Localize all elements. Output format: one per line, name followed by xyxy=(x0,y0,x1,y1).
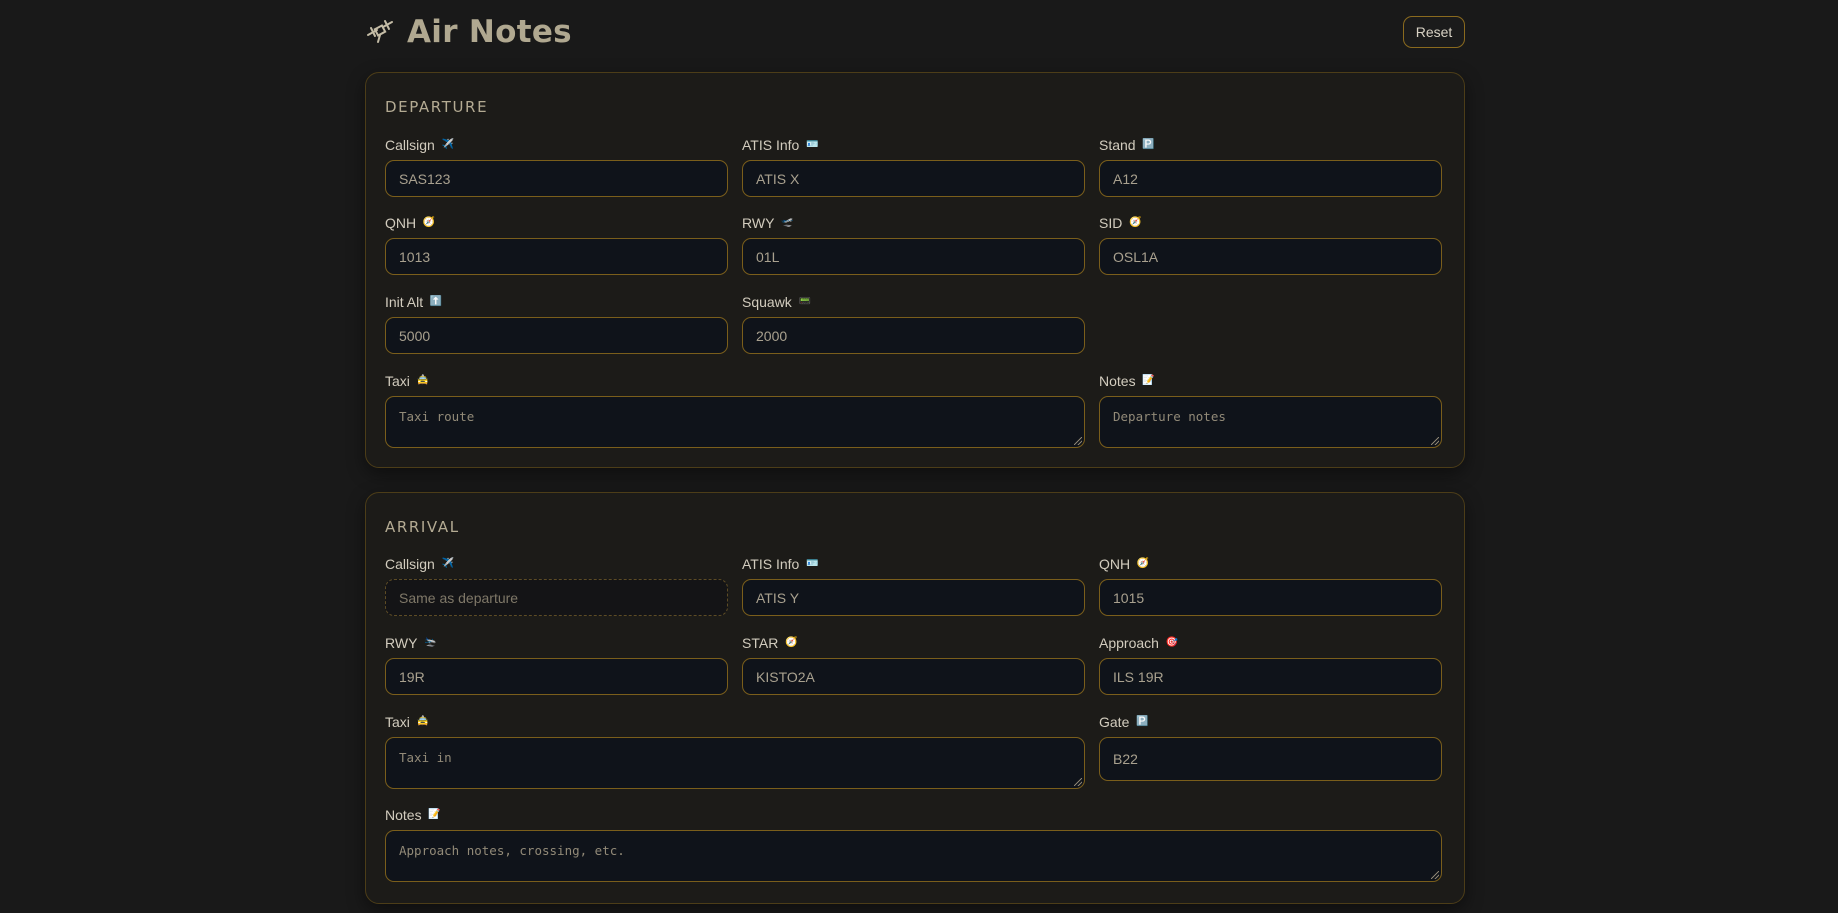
arrival-taxi-label: Taxi xyxy=(385,714,410,730)
target-icon: 🎯 xyxy=(1165,637,1179,648)
app-title: Air Notes xyxy=(407,14,572,50)
taxi-sign-icon: 🚖 xyxy=(416,716,430,727)
gauge-icon: 🧭 xyxy=(422,217,436,228)
compass-icon: 🧭 xyxy=(1129,217,1142,228)
departure-notes-placeholder: Departure notes xyxy=(1113,409,1226,424)
arrival-star-label: STAR xyxy=(742,635,779,651)
departure-squawk-label: Squawk xyxy=(742,294,792,310)
memo-icon: 📝 xyxy=(1142,375,1155,386)
arrival-gate-label: Gate xyxy=(1099,714,1130,730)
parking-icon: 🅿️ xyxy=(1142,139,1155,150)
takeoff-icon: 🛫 xyxy=(781,217,794,228)
compass-icon: 🧭 xyxy=(785,637,798,648)
arrival-rwy-input[interactable]: 19R xyxy=(385,658,728,695)
departure-notes-label: Notes xyxy=(1099,373,1136,389)
arrival-card: ARRIVAL Callsign ✈️ Same as departure ATI… xyxy=(365,492,1465,904)
departure-callsign-label: Callsign xyxy=(385,137,435,153)
resize-handle[interactable] xyxy=(1074,778,1082,786)
departure-taxi-label: Taxi xyxy=(385,373,410,389)
arrival-qnh-input[interactable]: 1015 xyxy=(1099,579,1442,616)
up-arrow-icon: ⬆️ xyxy=(429,296,443,307)
arrival-atis-input[interactable]: ATIS Y xyxy=(742,579,1085,616)
departure-card: DEPARTURE Callsign ✈️ SAS123 ATIS Info 🪪 A… xyxy=(365,72,1465,468)
resize-handle[interactable] xyxy=(1074,437,1082,445)
departure-init-alt-label: Init Alt xyxy=(385,294,424,310)
arrival-callsign-label: Callsign xyxy=(385,556,435,572)
app: Air Notes Reset DEPARTURE Callsign ✈️ SAS… xyxy=(365,0,1465,904)
departure-stand-label: Stand xyxy=(1099,137,1136,153)
taxi-sign-icon: 🚖 xyxy=(416,375,430,386)
arrival-notes-label: Notes xyxy=(385,807,422,823)
departure-sid-label: SID xyxy=(1099,215,1123,231)
arrival-gate-input[interactable]: B22 xyxy=(1099,737,1442,781)
transponder-icon: 📟 xyxy=(798,296,812,307)
arrival-atis-label: ATIS Info xyxy=(742,556,800,572)
departure-taxi-placeholder: Taxi route xyxy=(399,409,475,424)
landing-icon: 🛬 xyxy=(424,637,437,648)
arrival-notes-placeholder: Approach notes, crossing, etc. xyxy=(399,843,625,858)
memo-icon: 📝 xyxy=(428,809,441,820)
departure-rwy-label: RWY xyxy=(742,215,775,231)
satellite-icon xyxy=(367,20,393,43)
departure-rwy-input[interactable]: 01L xyxy=(742,238,1085,275)
arrival-approach-input[interactable]: ILS 19R xyxy=(1099,658,1442,695)
arrival-approach-label: Approach xyxy=(1099,635,1159,651)
reset-button[interactable]: Reset xyxy=(1403,16,1465,48)
departure-stand-input[interactable]: A12 xyxy=(1099,160,1442,197)
departure-squawk-input[interactable]: 2000 xyxy=(742,317,1085,354)
arrival-qnh-label: QNH xyxy=(1099,556,1131,572)
departure-atis-input[interactable]: ATIS X xyxy=(742,160,1085,197)
header: Air Notes Reset xyxy=(365,0,1465,68)
departure-qnh-input[interactable]: 1013 xyxy=(385,238,728,275)
arrival-callsign-input[interactable]: Same as departure xyxy=(385,579,728,616)
arrival-taxi-placeholder: Taxi in xyxy=(399,750,452,765)
departure-sid-input[interactable]: OSL1A xyxy=(1099,238,1442,275)
airplane-icon: ✈️ xyxy=(441,139,455,150)
arrival-rwy-label: RWY xyxy=(385,635,418,651)
page-title: Air Notes xyxy=(365,14,572,50)
departure-callsign-input[interactable]: SAS123 xyxy=(385,160,728,197)
id-card-icon: 🪪 xyxy=(806,139,819,150)
departure-title: DEPARTURE xyxy=(385,98,489,116)
departure-qnh-label: QNH xyxy=(385,215,417,231)
departure-taxi-textarea[interactable]: Taxi route xyxy=(385,396,1085,448)
resize-handle[interactable] xyxy=(1431,437,1439,445)
arrival-star-input[interactable]: KISTO2A xyxy=(742,658,1085,695)
departure-atis-label: ATIS Info xyxy=(742,137,800,153)
airplane-icon: ✈️ xyxy=(441,558,455,569)
departure-notes-textarea[interactable]: Departure notes xyxy=(1099,396,1442,448)
parking-icon: 🅿️ xyxy=(1136,716,1149,727)
gauge-icon: 🧭 xyxy=(1136,558,1150,569)
resize-handle[interactable] xyxy=(1431,871,1439,879)
arrival-title: ARRIVAL xyxy=(385,518,460,536)
id-card-icon: 🪪 xyxy=(806,558,819,569)
departure-init-alt-input[interactable]: 5000 xyxy=(385,317,728,354)
arrival-notes-textarea[interactable]: Approach notes, crossing, etc. xyxy=(385,830,1442,882)
arrival-taxi-textarea[interactable]: Taxi in xyxy=(385,737,1085,789)
